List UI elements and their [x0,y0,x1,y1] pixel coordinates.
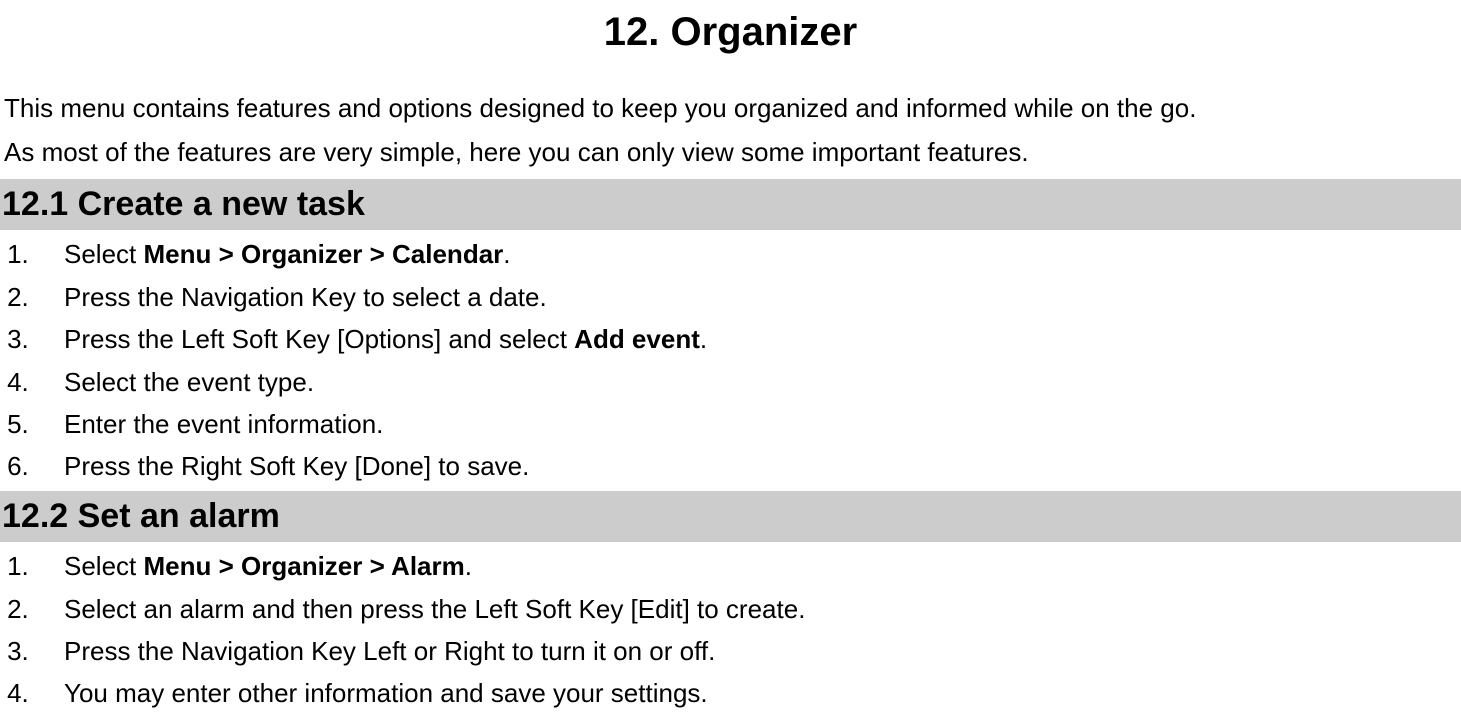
text-run: Select [64,239,144,269]
section-heading-set-alarm: 12.2 Set an alarm [0,491,1461,543]
text-run: Enter the event information. [64,409,383,439]
step-item: Enter the event information. [36,406,1461,442]
bold-text: Menu > Organizer > Alarm [144,551,465,581]
step-item: Press the Left Soft Key [Options] and se… [36,321,1461,357]
section-heading-create-task: 12.1 Create a new task [0,179,1461,231]
step-item: Select the event type. [36,364,1461,400]
step-item: Select an alarm and then press the Left … [36,591,1461,627]
step-item: You may enter other information and save… [36,675,1461,711]
step-item: Select Menu > Organizer > Alarm. [36,548,1461,584]
text-run: Press the Left Soft Key [Options] and se… [64,324,574,354]
bold-text: Add event [574,324,700,354]
text-run: You may enter other information and save… [64,678,708,708]
step-item: Press the Navigation Key to select a dat… [36,279,1461,315]
step-item: Select Menu > Organizer > Calendar. [36,236,1461,272]
bold-text: Menu > Organizer > Calendar [144,239,504,269]
text-run: Select [64,551,144,581]
text-run: Select the event type. [64,367,314,397]
text-run: . [700,324,707,354]
text-run: Select an alarm and then press the Left … [64,594,805,624]
text-run: Press the Navigation Key to select a dat… [64,282,547,312]
text-run: Press the Navigation Key Left or Right t… [64,636,715,666]
step-item: Press the Navigation Key Left or Right t… [36,633,1461,669]
text-run: . [503,239,510,269]
step-item: Press the Right Soft Key [Done] to save. [36,448,1461,484]
text-run: . [465,551,472,581]
intro-paragraph-2: As most of the features are very simple,… [0,134,1461,170]
document-page: 12. Organizer This menu contains feature… [0,0,1461,712]
text-run: Press the Right Soft Key [Done] to save. [64,451,529,481]
page-title: 12. Organizer [0,0,1461,60]
steps-list-set-alarm: Select Menu > Organizer > Alarm. Select … [0,548,1461,712]
intro-paragraph-1: This menu contains features and options … [0,90,1461,126]
steps-list-create-task: Select Menu > Organizer > Calendar. Pres… [0,236,1461,484]
